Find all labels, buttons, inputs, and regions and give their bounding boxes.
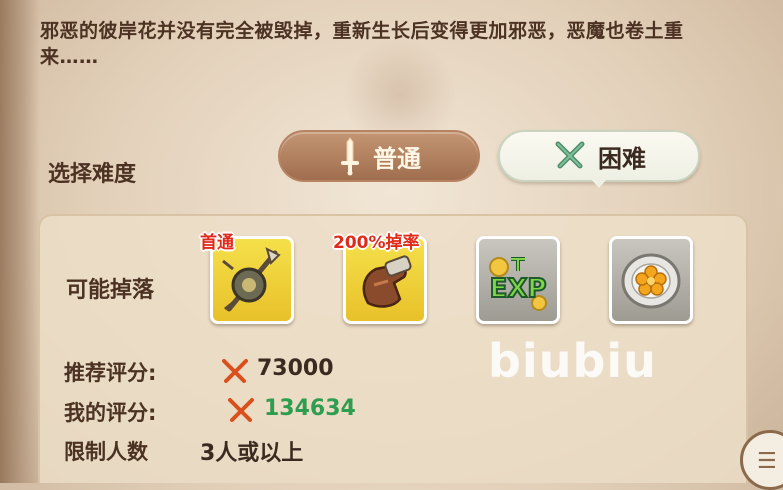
difficulty-normal-button[interactable]: 普通	[278, 130, 480, 182]
difficulty-normal-label: 普通	[373, 144, 421, 173]
player-limit-value: 3人或以上	[200, 441, 304, 466]
crossed-swords-icon	[222, 359, 248, 383]
recommended-score-value: 73000	[257, 356, 334, 381]
drops-label: 可能掉落	[66, 278, 155, 303]
background-left-shade	[0, 0, 40, 483]
svg-text:EXP: EXP	[490, 274, 547, 304]
difficulty-label: 选择难度	[48, 162, 137, 187]
drop-item-exp[interactable]: EXP	[476, 236, 560, 324]
crossed-swords-icon	[228, 398, 254, 422]
difficulty-hard-label: 困难	[598, 144, 646, 173]
stage-description: 邪恶的彼岸花并没有完全被毁掉，重新生长后变得更加邪恶，恶魔也卷土重来……	[40, 20, 684, 68]
exp-icon: EXP	[489, 257, 547, 311]
difficulty-hard-button[interactable]: 困难	[498, 130, 700, 182]
player-limit-label: 限制人数	[64, 440, 148, 464]
drop-tag-first-clear: 首通	[200, 233, 234, 253]
my-score-label: 我的评分:	[64, 401, 157, 425]
drop-tag-double-rate: 200%掉率	[333, 233, 420, 253]
watermark: biubiu	[488, 334, 657, 388]
crossed-swords-icon	[555, 141, 585, 169]
my-score-value: 134634	[264, 396, 356, 421]
gold-coin-plate-icon	[621, 253, 681, 309]
list-icon: ☰	[757, 449, 777, 474]
drop-item-gold[interactable]	[609, 236, 693, 324]
recommended-score-label: 推荐评分:	[64, 361, 157, 385]
sword-icon	[341, 137, 359, 176]
selected-pointer	[590, 178, 608, 188]
